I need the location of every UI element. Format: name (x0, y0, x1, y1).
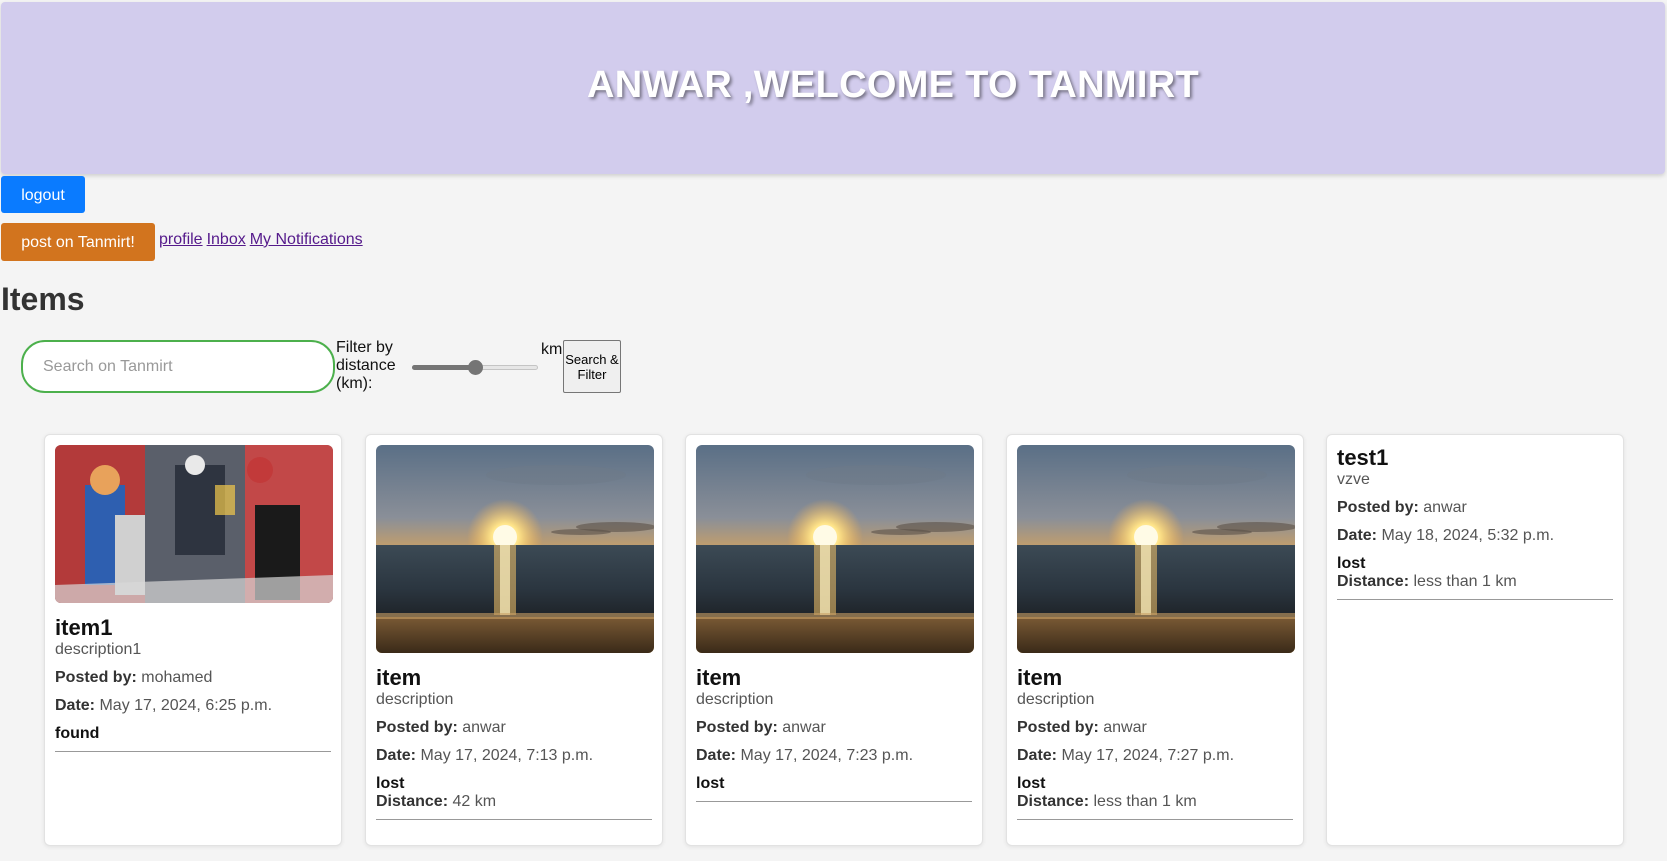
date-label: Date: (55, 697, 96, 714)
card-title[interactable]: item (1017, 665, 1293, 691)
date-value: May 17, 2024, 7:27 p.m. (1061, 747, 1235, 764)
card-description: description (1017, 691, 1095, 708)
item-card[interactable]: test1 vzve Posted by: anwar Date: May 18… (1326, 434, 1624, 846)
card-posted-by: Posted by: anwar (1017, 719, 1293, 737)
nav-links: profile Inbox My Notifications (159, 231, 367, 249)
card-title[interactable]: item (696, 665, 972, 691)
distance-unit: km (541, 341, 563, 358)
card-posted-by: Posted by: anwar (696, 719, 972, 737)
item-card[interactable]: item description Posted by: anwar Date: … (1006, 434, 1304, 846)
profile-link[interactable]: profile (159, 231, 203, 248)
card-divider (696, 801, 972, 802)
card-date: Date: May 17, 2024, 7:23 p.m. (696, 747, 972, 765)
sunset-beach-image (696, 445, 974, 653)
distance-value: 42 km (452, 793, 497, 810)
card-status: lost (1017, 775, 1046, 792)
card-posted-by: Posted by: anwar (1337, 499, 1613, 517)
distance-slider[interactable] (410, 358, 540, 376)
slider-fill (412, 365, 475, 370)
logout-button[interactable]: logout (1, 176, 85, 213)
card-date: Date: May 18, 2024, 5:32 p.m. (1337, 527, 1613, 545)
items-heading: Items (1, 281, 85, 317)
poster-name: anwar (782, 719, 826, 736)
distance-filter-label: Filter by distance (km): (336, 339, 396, 392)
card-distance: Distance: 42 km (376, 793, 652, 811)
search-input[interactable] (21, 340, 335, 393)
card-divider (1017, 819, 1293, 820)
date-value: May 17, 2024, 7:13 p.m. (420, 747, 594, 764)
page-header: ANWAR ,WELCOME TO TANMIRT (1, 2, 1665, 174)
inbox-link[interactable]: Inbox (207, 231, 246, 248)
card-distance: Distance: less than 1 km (1337, 573, 1613, 591)
card-status: lost (1337, 555, 1366, 572)
distance-value: less than 1 km (1093, 793, 1197, 810)
posted-by-label: Posted by: (1017, 719, 1099, 736)
date-value: May 17, 2024, 6:25 p.m. (99, 697, 273, 714)
card-divider (55, 751, 331, 752)
posted-by-label: Posted by: (1337, 499, 1419, 516)
distance-label: Distance: (1337, 573, 1410, 590)
date-value: May 17, 2024, 7:23 p.m. (740, 747, 914, 764)
item-card[interactable]: item description Posted by: anwar Date: … (685, 434, 983, 846)
sunset-beach-image (376, 445, 654, 653)
distance-label: Distance: (1017, 793, 1090, 810)
card-status: lost (376, 775, 405, 792)
card-title[interactable]: item1 (55, 615, 331, 641)
poster-name: anwar (1103, 719, 1147, 736)
card-status: lost (696, 775, 725, 792)
card-description: vzve (1337, 471, 1370, 488)
card-status: found (55, 725, 100, 742)
post-button[interactable]: post on Tanmirt! (1, 223, 155, 261)
distance-label: Distance: (376, 793, 449, 810)
notifications-link[interactable]: My Notifications (250, 231, 363, 248)
card-divider (1337, 599, 1613, 600)
card-title[interactable]: item (376, 665, 652, 691)
posted-by-label: Posted by: (55, 669, 137, 686)
slider-thumb[interactable] (468, 360, 483, 375)
search-filter-button[interactable]: Search & Filter (563, 340, 621, 393)
item-card[interactable]: item description Posted by: anwar Date: … (365, 434, 663, 846)
card-date: Date: May 17, 2024, 6:25 p.m. (55, 697, 331, 715)
date-label: Date: (1017, 747, 1058, 764)
distance-value: less than 1 km (1413, 573, 1517, 590)
card-divider (376, 819, 652, 820)
welcome-title: ANWAR ,WELCOME TO TANMIRT (587, 64, 1199, 106)
card-date: Date: May 17, 2024, 7:27 p.m. (1017, 747, 1293, 765)
card-description: description (696, 691, 774, 708)
anime-collage-image (55, 445, 333, 603)
card-date: Date: May 17, 2024, 7:13 p.m. (376, 747, 652, 765)
poster-name: anwar (1423, 499, 1467, 516)
posted-by-label: Posted by: (376, 719, 458, 736)
date-label: Date: (1337, 527, 1378, 544)
card-description: description (376, 691, 454, 708)
poster-name: mohamed (141, 669, 213, 686)
date-label: Date: (696, 747, 737, 764)
item-card[interactable]: item1 description1 Posted by: mohamed Da… (44, 434, 342, 846)
card-description: description1 (55, 641, 142, 658)
date-label: Date: (376, 747, 417, 764)
card-posted-by: Posted by: anwar (376, 719, 652, 737)
date-value: May 18, 2024, 5:32 p.m. (1381, 527, 1555, 544)
posted-by-label: Posted by: (696, 719, 778, 736)
card-distance: Distance: less than 1 km (1017, 793, 1293, 811)
poster-name: anwar (462, 719, 506, 736)
sunset-beach-image (1017, 445, 1295, 653)
card-posted-by: Posted by: mohamed (55, 669, 331, 687)
card-title[interactable]: test1 (1337, 445, 1613, 471)
